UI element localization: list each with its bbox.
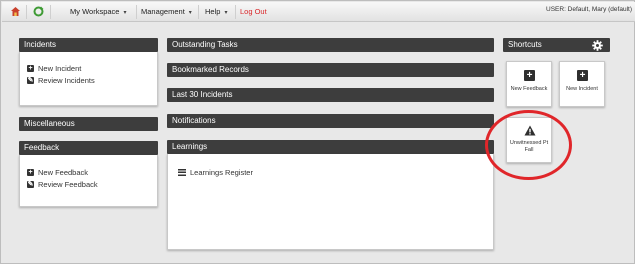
item-label: Review Feedback — [38, 180, 98, 189]
incidents-panel: + New Incident ✎ Review Incidents — [19, 52, 158, 106]
toolbar-divider — [235, 5, 236, 19]
menu-help[interactable]: Help ▾ — [205, 7, 227, 16]
menu-label: Management — [141, 7, 185, 16]
outstanding-tasks-header[interactable]: Outstanding Tasks — [167, 38, 494, 52]
item-label: Review Incidents — [38, 76, 95, 85]
feedback-header: Feedback — [19, 141, 158, 155]
last-30-incidents-header[interactable]: Last 30 Incidents — [167, 88, 494, 102]
plus-icon: + — [27, 169, 34, 176]
shortcuts-header: Shortcuts — [503, 38, 610, 52]
app-frame: My Workspace ▾ Management ▾ Help ▾ Log Out … — [0, 0, 635, 264]
chevron-down-icon: ▾ — [224, 10, 228, 16]
chevron-down-icon: ▾ — [123, 10, 127, 16]
plus-icon: + — [524, 70, 535, 81]
miscellaneous-header[interactable]: Miscellaneous — [19, 117, 158, 131]
home-icon[interactable] — [10, 6, 21, 17]
shortcut-new-feedback[interactable]: + New Feedback — [506, 61, 552, 107]
chevron-down-icon: ▾ — [188, 10, 192, 16]
menu-my-workspace[interactable]: My Workspace ▾ — [70, 7, 126, 16]
pencil-icon: ✎ — [27, 181, 34, 188]
learnings-register-link[interactable]: Learnings Register — [178, 168, 253, 177]
review-incidents-link[interactable]: ✎ Review Incidents — [27, 76, 95, 85]
notifications-header[interactable]: Notifications — [167, 114, 494, 128]
toolbar-divider — [136, 5, 137, 19]
incidents-header: Incidents — [19, 38, 158, 52]
learnings-panel: Learnings Register — [167, 154, 494, 250]
toolbar-divider — [26, 5, 27, 19]
review-feedback-link[interactable]: ✎ Review Feedback — [27, 180, 98, 189]
item-label: New Feedback — [38, 168, 89, 177]
refresh-icon[interactable] — [33, 6, 44, 17]
gear-icon[interactable] — [592, 40, 603, 51]
menu-label: Help — [205, 7, 221, 16]
toolbar-divider — [198, 5, 199, 19]
toolbar-divider — [50, 5, 51, 19]
bookmarked-records-header[interactable]: Bookmarked Records — [167, 63, 494, 77]
feedback-panel: + New Feedback ✎ Review Feedback — [19, 155, 158, 207]
list-icon — [178, 169, 186, 176]
tile-label: New Incident — [566, 86, 598, 92]
item-label: New Incident — [38, 64, 82, 73]
learnings-header: Learnings — [167, 140, 494, 154]
highlight-circle — [485, 110, 572, 180]
plus-icon: + — [27, 65, 34, 72]
new-incident-link[interactable]: + New Incident — [27, 64, 81, 73]
plus-icon: + — [577, 70, 588, 81]
pencil-icon: ✎ — [27, 77, 34, 84]
item-label: Learnings Register — [190, 168, 253, 177]
menu-label: My Workspace — [70, 7, 120, 16]
shortcuts-title: Shortcuts — [508, 40, 542, 49]
top-menu-bar: My Workspace ▾ Management ▾ Help ▾ Log Out … — [2, 2, 635, 22]
logout-link[interactable]: Log Out — [240, 7, 267, 16]
tile-label: New Feedback — [510, 86, 548, 92]
user-info: USER: Default, Mary (default) — [546, 6, 632, 13]
menu-management[interactable]: Management ▾ — [141, 7, 192, 16]
shortcut-new-incident[interactable]: + New Incident — [559, 61, 605, 107]
new-feedback-link[interactable]: + New Feedback — [27, 168, 88, 177]
